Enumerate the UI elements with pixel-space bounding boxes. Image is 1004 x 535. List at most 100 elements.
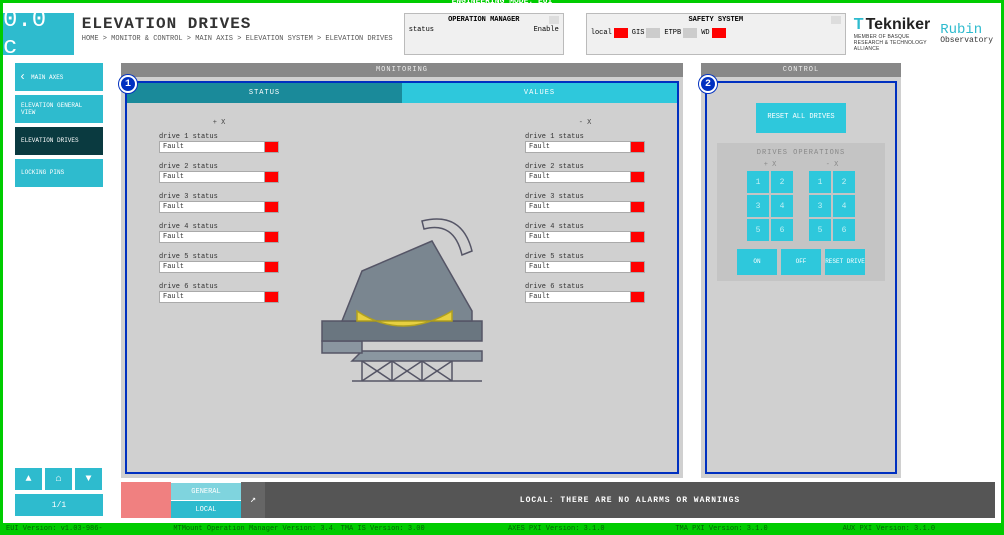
drive-status-minus-4: drive 4 statusFault — [525, 223, 645, 243]
drive-status-minus-6: drive 6 statusFault — [525, 283, 645, 303]
tekniker-logo: Tekniker MEMBER OF BASQUE RESEARCH & TEC… — [854, 16, 930, 52]
ops-minus-label: - X — [809, 161, 855, 169]
drive-label: drive 4 status — [525, 223, 645, 231]
footer-general-button[interactable]: GENERAL — [171, 482, 241, 500]
drive-led — [631, 171, 645, 183]
safety-header: SAFETY SYSTEM — [591, 16, 841, 24]
sidebar-item-general-view[interactable]: ELEVATION GENERAL VIEW — [15, 95, 103, 123]
drive-select-minus-4[interactable]: 4 — [833, 195, 855, 217]
drive-select-minus-2[interactable]: 2 — [833, 171, 855, 193]
version-bar: EUI Version: v1.03-986- MTMount Operatio… — [0, 523, 1004, 535]
drive-value: Fault — [525, 201, 631, 213]
operation-manager-header: OPERATION MANAGER — [409, 16, 559, 24]
reset-drive-button[interactable]: RESET DRIVE — [825, 249, 865, 275]
drive-value: Fault — [159, 291, 265, 303]
drive-select-minus-1[interactable]: 1 — [809, 171, 831, 193]
drive-value: Fault — [525, 171, 631, 183]
drive-status-plus-1: drive 1 statusFault — [159, 133, 279, 153]
drive-led — [631, 201, 645, 213]
drive-value: Fault — [159, 261, 265, 273]
drive-label: drive 6 status — [525, 283, 645, 291]
drives-operations-label: DRIVES OPERATIONS — [723, 149, 879, 157]
safety-wd-led — [712, 28, 726, 38]
alarm-message: LOCAL: THERE ARE NO ALARMS OR WARNINGS — [265, 482, 995, 518]
pager: 1/1 — [15, 494, 103, 516]
safety-local-led — [614, 28, 628, 38]
breadcrumb[interactable]: HOME > MONITOR & CONTROL > MAIN AXIS > E… — [82, 35, 396, 43]
drive-label: drive 1 status — [159, 133, 279, 141]
rubin-logo: Rubin Observatory — [940, 23, 993, 45]
drive-led — [631, 231, 645, 243]
drive-select-plus-2[interactable]: 2 — [771, 171, 793, 193]
nav-up-button[interactable]: ▲ — [15, 468, 42, 490]
safety-gis-led — [646, 28, 660, 38]
plus-x-label: + X — [159, 119, 279, 127]
drive-status-minus-1: drive 1 statusFault — [525, 133, 645, 153]
expand-icon[interactable] — [831, 16, 841, 24]
control-panel: CONTROL 2 RESET ALL DRIVES DRIVES OPERAT… — [701, 63, 901, 478]
drives-operations: DRIVES OPERATIONS + X 123456 - X 123456 … — [717, 143, 885, 281]
telescope-diagram — [279, 119, 525, 462]
drive-value: Fault — [159, 231, 265, 243]
minus-x-label: - X — [525, 119, 645, 127]
drive-status-minus-5: drive 5 statusFault — [525, 253, 645, 273]
operation-manager-panel: OPERATION MANAGER status Enable — [404, 13, 564, 55]
safety-wd-label: WD — [701, 29, 709, 37]
monitoring-panel: MONITORING 1 STATUS VALUES + X drive 1 s… — [121, 63, 683, 478]
control-label: CONTROL — [701, 63, 901, 77]
safety-system-panel: SAFETY SYSTEM local GIS ETPB WD — [586, 13, 846, 55]
drive-select-minus-5[interactable]: 5 — [809, 219, 831, 241]
drive-value: Fault — [159, 141, 265, 153]
drive-value: Fault — [525, 141, 631, 153]
drive-led — [265, 171, 279, 183]
alarm-indicator[interactable] — [121, 482, 171, 518]
sidebar-back[interactable]: MAIN AXES — [15, 63, 103, 91]
tab-status[interactable]: STATUS — [127, 83, 402, 103]
drive-select-plus-5[interactable]: 5 — [747, 219, 769, 241]
drive-label: drive 1 status — [525, 133, 645, 141]
footer: GENERAL LOCAL ↗ LOCAL: THERE ARE NO ALAR… — [121, 482, 995, 518]
drive-select-minus-6[interactable]: 6 — [833, 219, 855, 241]
tab-values[interactable]: VALUES — [402, 83, 677, 103]
drive-label: drive 3 status — [159, 193, 279, 201]
drive-status-plus-3: drive 3 statusFault — [159, 193, 279, 213]
drive-label: drive 3 status — [525, 193, 645, 201]
drive-select-plus-4[interactable]: 4 — [771, 195, 793, 217]
sidebar-item-locking-pins[interactable]: LOCKING PINS — [15, 159, 103, 187]
sidebar: MAIN AXES ELEVATION GENERAL VIEW ELEVATI… — [15, 63, 103, 191]
drive-label: drive 2 status — [159, 163, 279, 171]
drive-led — [631, 291, 645, 303]
drive-on-button[interactable]: ON — [737, 249, 777, 275]
reset-all-drives-button[interactable]: RESET ALL DRIVES — [756, 103, 846, 133]
monitoring-label: MONITORING — [121, 63, 683, 77]
angle-indicator: 0.0 c — [3, 13, 74, 55]
header: 0.0 c ELEVATION DRIVES HOME > MONITOR & … — [3, 13, 1001, 55]
drive-select-plus-3[interactable]: 3 — [747, 195, 769, 217]
drive-status-plus-2: drive 2 statusFault — [159, 163, 279, 183]
callout-badge-1: 1 — [119, 75, 137, 93]
sidebar-item-elevation-drives[interactable]: ELEVATION DRIVES — [15, 127, 103, 155]
drive-label: drive 6 status — [159, 283, 279, 291]
status-label: status — [409, 26, 434, 34]
drive-led — [265, 231, 279, 243]
expand-icon[interactable] — [549, 16, 559, 24]
drive-status-minus-2: drive 2 statusFault — [525, 163, 645, 183]
footer-expand-icon[interactable]: ↗ — [241, 482, 265, 518]
callout-badge-2: 2 — [699, 75, 717, 93]
drive-value: Fault — [159, 171, 265, 183]
nav-down-button[interactable]: ▼ — [75, 468, 102, 490]
safety-gis-label: GIS — [632, 29, 645, 37]
drive-select-minus-3[interactable]: 3 — [809, 195, 831, 217]
footer-local-button[interactable]: LOCAL — [171, 500, 241, 518]
ops-plus-label: + X — [747, 161, 793, 169]
drive-led — [631, 261, 645, 273]
drive-select-plus-6[interactable]: 6 — [771, 219, 793, 241]
safety-etpb-led — [683, 28, 697, 38]
page-title: ELEVATION DRIVES — [82, 15, 396, 33]
drive-off-button[interactable]: OFF — [781, 249, 821, 275]
nav-home-button[interactable]: ⌂ — [45, 468, 72, 490]
drive-label: drive 5 status — [159, 253, 279, 261]
drive-status-plus-6: drive 6 statusFault — [159, 283, 279, 303]
drive-label: drive 2 status — [525, 163, 645, 171]
drive-select-plus-1[interactable]: 1 — [747, 171, 769, 193]
